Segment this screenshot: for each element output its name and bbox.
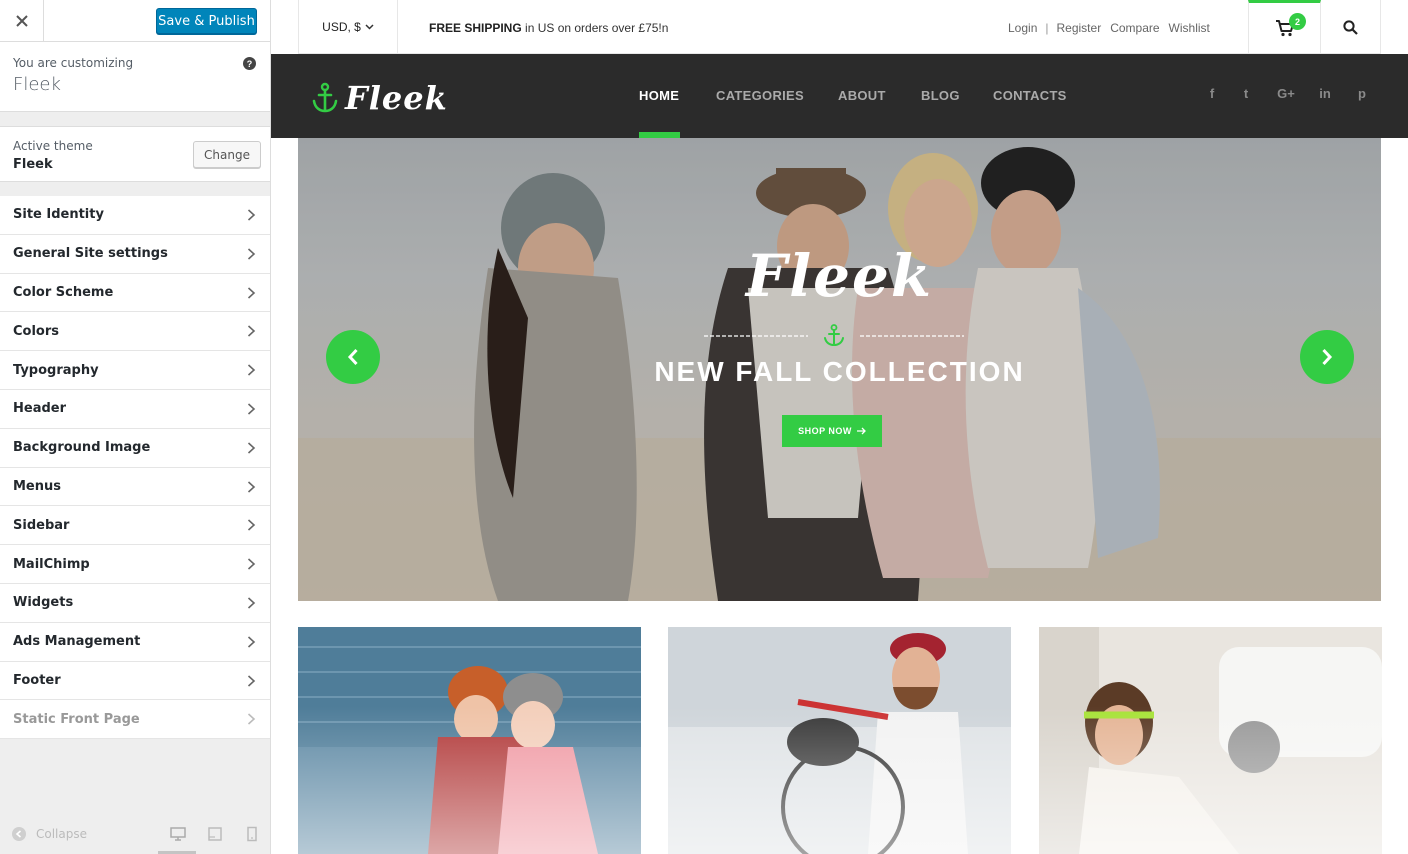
section-sidebar[interactable]: Sidebar: [0, 506, 270, 546]
section-menus[interactable]: Menus: [0, 468, 270, 507]
collapse-label: Collapse: [36, 827, 87, 841]
anchor-icon: [824, 324, 844, 346]
section-site-identity[interactable]: Site Identity: [0, 196, 270, 235]
chevron-right-icon: [247, 364, 256, 376]
save-publish-button[interactable]: Save & Publish: [156, 8, 257, 34]
site-preview: USD, $ FREE SHIPPING in US on orders ove…: [271, 0, 1408, 854]
customizer-footer: Collapse: [0, 814, 270, 854]
collapse-button[interactable]: Collapse: [12, 827, 87, 841]
search-button[interactable]: [1321, 0, 1381, 54]
chevron-right-icon: [247, 403, 256, 415]
link-separator: |: [1045, 21, 1049, 35]
change-theme-button[interactable]: Change: [193, 141, 261, 168]
compare-link[interactable]: Compare: [1110, 21, 1159, 35]
chevron-right-icon: [247, 248, 256, 260]
twitter-icon[interactable]: t: [1238, 85, 1254, 101]
hero-title: Fleek: [745, 242, 934, 310]
section-ads-management[interactable]: Ads Management: [0, 623, 270, 662]
section-general-site-settings[interactable]: General Site settings: [0, 235, 270, 274]
shipping-notice: FREE SHIPPING in US on orders over £75!n: [429, 21, 668, 35]
shipping-text: in US on orders over £75!n: [521, 21, 669, 35]
nav-home[interactable]: HOME: [639, 88, 679, 103]
google-plus-icon[interactable]: G+: [1277, 85, 1295, 101]
section-colors[interactable]: Colors: [0, 312, 270, 352]
currency-selector[interactable]: USD, $: [298, 0, 398, 54]
close-icon[interactable]: [0, 0, 44, 42]
chevron-down-icon: [365, 24, 374, 30]
shop-now-label: SHOP NOW: [798, 426, 852, 436]
section-widgets[interactable]: Widgets: [0, 584, 270, 623]
chevron-right-icon: [247, 287, 256, 299]
facebook-icon[interactable]: f: [1204, 85, 1220, 101]
customizer-sections: Site Identity General Site settings Colo…: [0, 196, 270, 740]
mobile-preview-icon[interactable]: [244, 826, 260, 842]
section-header[interactable]: Header: [0, 390, 270, 429]
section-typography[interactable]: Typography: [0, 351, 270, 390]
wishlist-link[interactable]: Wishlist: [1169, 21, 1210, 35]
chevron-right-icon: [247, 713, 256, 725]
top-bar: USD, $ FREE SHIPPING in US on orders ove…: [298, 0, 1381, 54]
nav-categories[interactable]: CATEGORIES: [716, 88, 804, 103]
search-icon: [1343, 19, 1358, 35]
hero-subtitle: NEW FALL COLLECTION: [654, 356, 1025, 387]
logo-text: Fleek: [345, 79, 448, 117]
desktop-preview-icon[interactable]: [170, 826, 186, 842]
tile-fade: [1039, 627, 1382, 854]
collapse-arrow-icon: [12, 827, 26, 841]
currency-value: USD, $: [322, 20, 361, 34]
cart-count-badge: 2: [1289, 13, 1306, 30]
arrow-right-icon: [856, 427, 866, 435]
anchor-divider: [704, 324, 964, 346]
chevron-right-icon: [1322, 348, 1333, 366]
account-links: Login | Register Compare Wishlist: [1008, 21, 1210, 35]
help-icon[interactable]: ?: [243, 57, 256, 70]
slider-prev-button[interactable]: [326, 330, 380, 384]
tile-fade: [668, 627, 1011, 854]
chevron-right-icon: [247, 325, 256, 337]
customizing-info: You are customizing Fleek ?: [0, 42, 270, 112]
customizer-header: Save & Publish: [0, 0, 270, 42]
section-color-scheme[interactable]: Color Scheme: [0, 274, 270, 313]
register-link[interactable]: Register: [1057, 21, 1102, 35]
chevron-right-icon: [247, 480, 256, 493]
slider-next-button[interactable]: [1300, 330, 1354, 384]
chevron-right-icon: [247, 519, 256, 531]
customizer-sidebar: Save & Publish You are customizing Fleek…: [0, 0, 271, 854]
tablet-preview-icon[interactable]: [207, 826, 223, 842]
hero-slider: Fleek NEW FALL COLLECTION SHOP NOW: [298, 138, 1381, 601]
main-navbar: Fleek HOME CATEGORIES ABOUT BLOG CONTACT…: [271, 54, 1408, 138]
category-tile-kids[interactable]: [298, 627, 641, 854]
linkedin-icon[interactable]: in: [1317, 85, 1333, 101]
site-name: Fleek: [13, 74, 61, 95]
chevron-left-icon: [347, 348, 358, 366]
nav-blog[interactable]: BLOG: [921, 88, 960, 103]
section-footer[interactable]: Footer: [0, 662, 270, 701]
chevron-right-icon: [247, 209, 256, 221]
cart-button[interactable]: 2: [1248, 0, 1321, 54]
active-theme-panel: Active theme Fleek Change: [0, 126, 270, 182]
shop-now-button[interactable]: SHOP NOW: [782, 415, 882, 447]
section-static-front-page[interactable]: Static Front Page: [0, 700, 270, 740]
chevron-right-icon: [247, 442, 256, 454]
chevron-right-icon: [247, 636, 256, 648]
chevron-right-icon: [247, 674, 256, 687]
nav-contacts[interactable]: CONTACTS: [993, 88, 1067, 103]
shipping-bold: FREE SHIPPING: [429, 21, 522, 35]
customizing-label: You are customizing: [13, 56, 134, 70]
section-background-image[interactable]: Background Image: [0, 429, 270, 468]
chevron-right-icon: [247, 597, 256, 609]
category-tile-women[interactable]: [1039, 627, 1382, 854]
tile-fade: [298, 627, 641, 854]
login-link[interactable]: Login: [1008, 21, 1037, 35]
anchor-icon: [312, 82, 338, 113]
site-logo[interactable]: Fleek: [311, 79, 448, 117]
section-mailchimp[interactable]: MailChimp: [0, 545, 270, 584]
pinterest-icon[interactable]: p: [1354, 85, 1370, 101]
chevron-right-icon: [247, 558, 256, 570]
category-tile-men[interactable]: [668, 627, 1011, 854]
nav-about[interactable]: ABOUT: [838, 88, 886, 103]
